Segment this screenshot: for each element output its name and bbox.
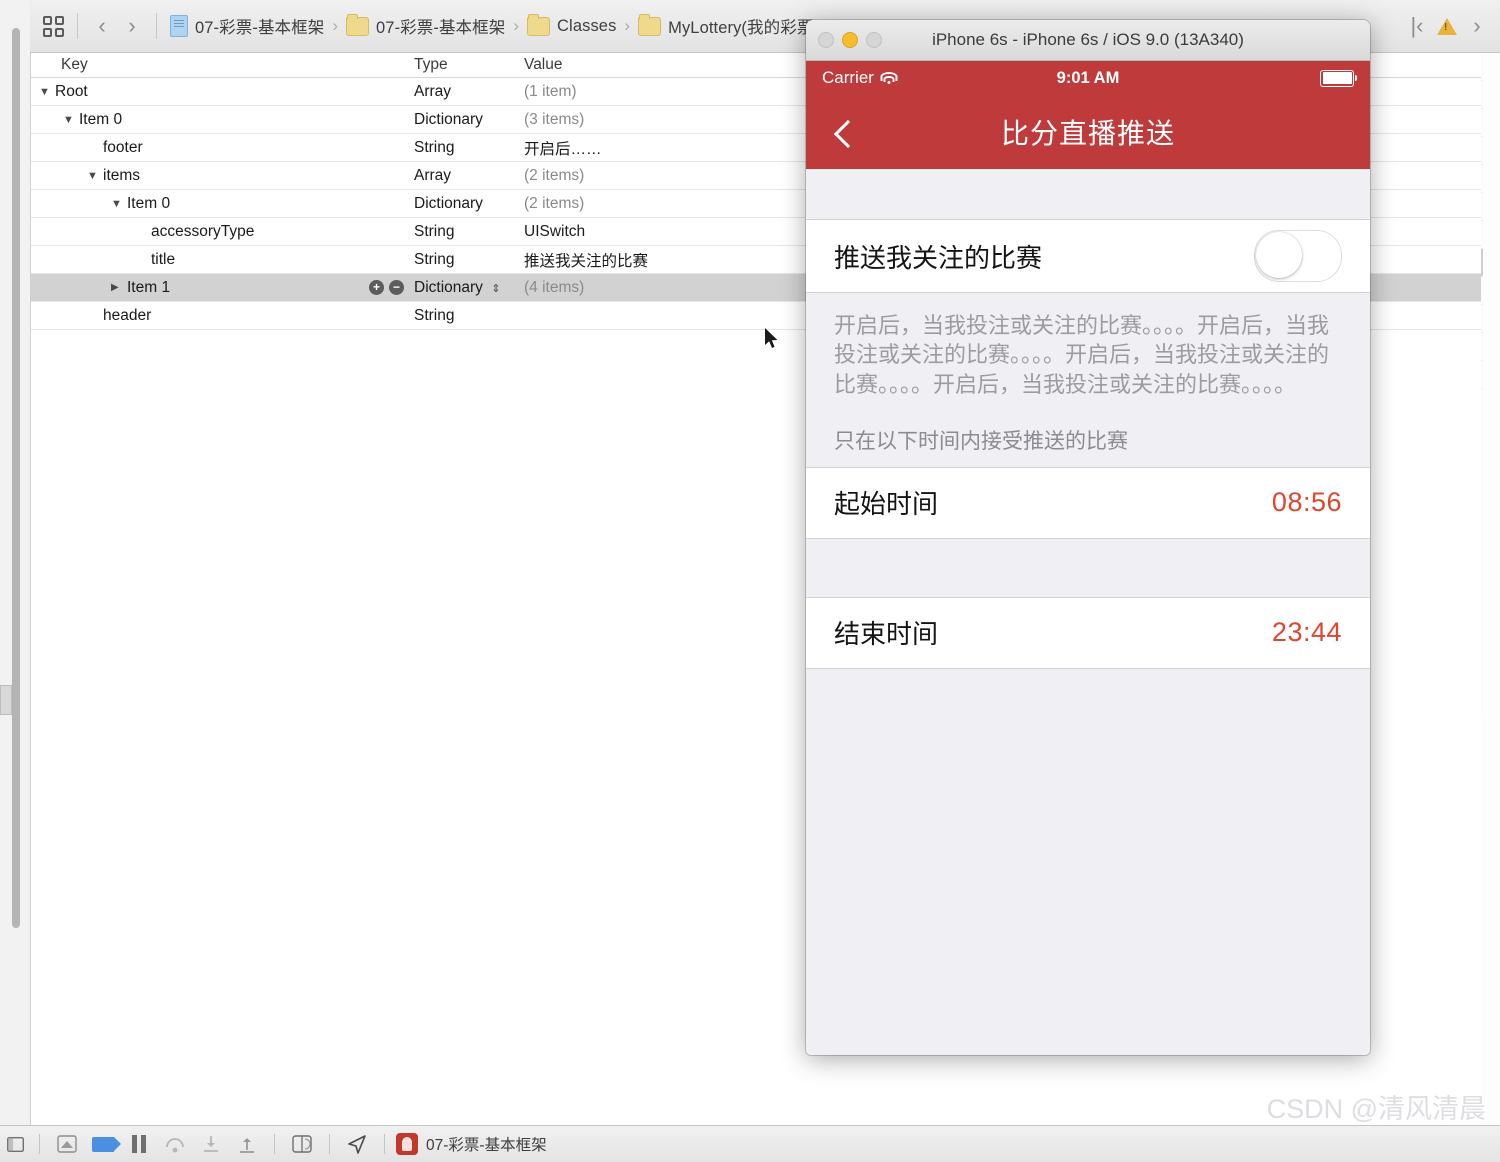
editor-layout-icon[interactable]	[38, 11, 68, 41]
simulator-title-bar: iPhone 6s - iPhone 6s / iOS 9.0 (13A340)	[806, 20, 1370, 61]
column-header-type: Type	[414, 56, 448, 73]
push-followed-matches-switch[interactable]	[1254, 230, 1342, 282]
debug-bar-divider	[384, 1134, 385, 1154]
end-time-cell[interactable]: 结束时间 23:44	[806, 596, 1370, 669]
cell-title-label: 起始时间	[834, 489, 939, 520]
table-top-spacer	[806, 169, 1370, 219]
plist-key-label: Item 0	[79, 110, 123, 128]
plist-key-label: footer	[103, 138, 143, 156]
cell-detail-value: 23:44	[1271, 617, 1342, 648]
nav-bar-title: 比分直播推送	[1000, 118, 1175, 149]
folder-icon	[638, 14, 662, 36]
column-header-key: Key	[61, 56, 88, 73]
xcode-debug-bar: 07-彩票-基本框架	[0, 1125, 1500, 1162]
plist-key-label: accessoryType	[151, 222, 255, 240]
switch-knob	[1256, 232, 1302, 278]
plist-key-label: Item 1	[127, 278, 171, 296]
hide-navigator-icon[interactable]	[0, 1136, 30, 1152]
breadcrumb-label: 07-彩票-基本框架	[195, 19, 325, 37]
debug-bar-divider	[39, 1134, 40, 1154]
ios-table-view: 推送我关注的比赛 开启后，当我投注或关注的比赛。。。。开启后，当我投注或关注的比…	[806, 169, 1370, 1055]
issue-prev-button[interactable]: |‹	[1402, 11, 1432, 41]
plist-type-label[interactable]: Dictionary ⇕	[414, 279, 524, 297]
breadcrumb-separator: ›	[332, 16, 339, 35]
breakpoint-list-icon[interactable]	[49, 1131, 85, 1157]
breadcrumb-item[interactable]: 07-彩票-基本框架	[346, 14, 505, 38]
disclosure-triangle-icon[interactable]: ▶	[111, 282, 123, 293]
folder-icon	[346, 14, 370, 36]
mouse-cursor	[765, 328, 778, 348]
step-out-icon[interactable]	[229, 1131, 265, 1157]
plist-type-label[interactable]: String	[414, 223, 524, 241]
breadcrumb-item[interactable]: Classes	[527, 14, 617, 36]
ios-simulator-window[interactable]: iPhone 6s - iPhone 6s / iOS 9.0 (13A340)…	[806, 20, 1370, 1055]
add-row-button[interactable]: +	[369, 280, 384, 295]
warning-triangle-icon[interactable]	[1432, 11, 1462, 41]
section-header-text: 只在以下时间内接受推送的比赛	[834, 429, 1128, 453]
breadcrumb-item[interactable]: MyLottery(我的彩票	[638, 14, 813, 38]
plist-key-label: Item 0	[127, 194, 171, 212]
plist-type-label[interactable]: Array	[414, 167, 524, 185]
cell-title-label: 结束时间	[834, 619, 939, 650]
toolbar-right-controls: |‹ ›	[1402, 11, 1500, 41]
scheme-label: 07-彩票-基本框架	[426, 1137, 547, 1154]
view-debug-icon[interactable]	[284, 1131, 320, 1157]
cell-title-label: 推送我关注的比赛	[834, 242, 1043, 273]
plist-key-label: title	[151, 250, 176, 268]
ios-nav-bar: 比分直播推送	[806, 95, 1370, 169]
debug-bar-divider	[274, 1134, 275, 1154]
document-icon	[170, 15, 188, 37]
step-over-icon[interactable]	[157, 1131, 193, 1157]
breadcrumb-label: Classes	[557, 16, 617, 35]
battery-full-icon	[1320, 69, 1357, 87]
start-time-cell[interactable]: 起始时间 08:56	[806, 466, 1370, 539]
toolbar-divider	[156, 13, 157, 39]
watermark: CSDN @清风清晨	[1266, 1094, 1486, 1124]
breadcrumb-separator: ›	[513, 16, 520, 35]
plist-key-label: items	[103, 166, 141, 184]
cell-detail-value: 08:56	[1271, 487, 1342, 518]
plist-key-label: Root	[55, 82, 88, 100]
disclosure-triangle-icon[interactable]: ▼	[87, 170, 99, 182]
breadcrumb-item[interactable]: 07-彩票-基本框架	[170, 14, 324, 38]
plist-type-label[interactable]: String	[414, 307, 524, 325]
app-icon	[396, 1133, 418, 1155]
debug-bar-divider	[329, 1134, 330, 1154]
breadcrumb-label: MyLottery(我的彩票	[668, 19, 814, 37]
breakpoint-flag-icon[interactable]	[85, 1131, 121, 1157]
disclosure-triangle-icon[interactable]: ▼	[39, 86, 51, 98]
section-footer-text: 开启后，当我投注或关注的比赛。。。。开启后，当我投注或关注的比赛。。。。开启后，…	[834, 313, 1330, 397]
navigator-thumb[interactable]	[0, 685, 12, 715]
remove-row-button[interactable]: −	[389, 280, 404, 295]
ios-status-bar: Carrier 9:01 AM	[806, 61, 1370, 95]
location-icon[interactable]	[339, 1131, 375, 1157]
breadcrumb-label: 07-彩票-基本框架	[376, 19, 506, 37]
simulator-window-title: iPhone 6s - iPhone 6s / iOS 9.0 (13A340)	[932, 30, 1244, 49]
plist-type-label[interactable]: Array	[414, 83, 524, 101]
screen-root: ‹ › 07-彩票-基本框架 › 07-彩票-基本框架 › Classes › …	[0, 0, 1500, 1162]
push-followed-matches-cell[interactable]: 推送我关注的比赛	[806, 219, 1370, 293]
plist-type-label[interactable]: String	[414, 251, 524, 269]
status-bar-clock: 9:01 AM	[1056, 68, 1120, 87]
disclosure-triangle-icon[interactable]: ▼	[63, 114, 75, 126]
folder-icon	[527, 14, 551, 36]
toolbar-divider	[77, 13, 78, 39]
plist-type-label[interactable]: Dictionary	[414, 195, 524, 213]
plist-type-label[interactable]: String	[414, 139, 524, 157]
disclosure-triangle-icon[interactable]: ▼	[111, 198, 123, 210]
plist-key-label: header	[103, 306, 152, 324]
active-scheme[interactable]: 07-彩票-基本框架	[396, 1133, 547, 1155]
navigate-forward-button[interactable]: ›	[117, 11, 147, 41]
navigate-back-button[interactable]: ‹	[87, 11, 117, 41]
table-section-spacer	[806, 539, 1370, 597]
pause-icon[interactable]	[121, 1131, 157, 1157]
navigator-gutter	[0, 0, 31, 1126]
issue-next-button[interactable]: ›	[1462, 11, 1492, 41]
step-into-icon[interactable]	[193, 1131, 229, 1157]
plist-type-label[interactable]: Dictionary	[414, 111, 524, 129]
row-add-remove-controls: + −	[369, 280, 404, 295]
navigator-scrollbar[interactable]	[12, 28, 20, 928]
type-stepper-icon[interactable]: ⇕	[489, 283, 503, 295]
breadcrumb-separator: ›	[624, 16, 631, 35]
